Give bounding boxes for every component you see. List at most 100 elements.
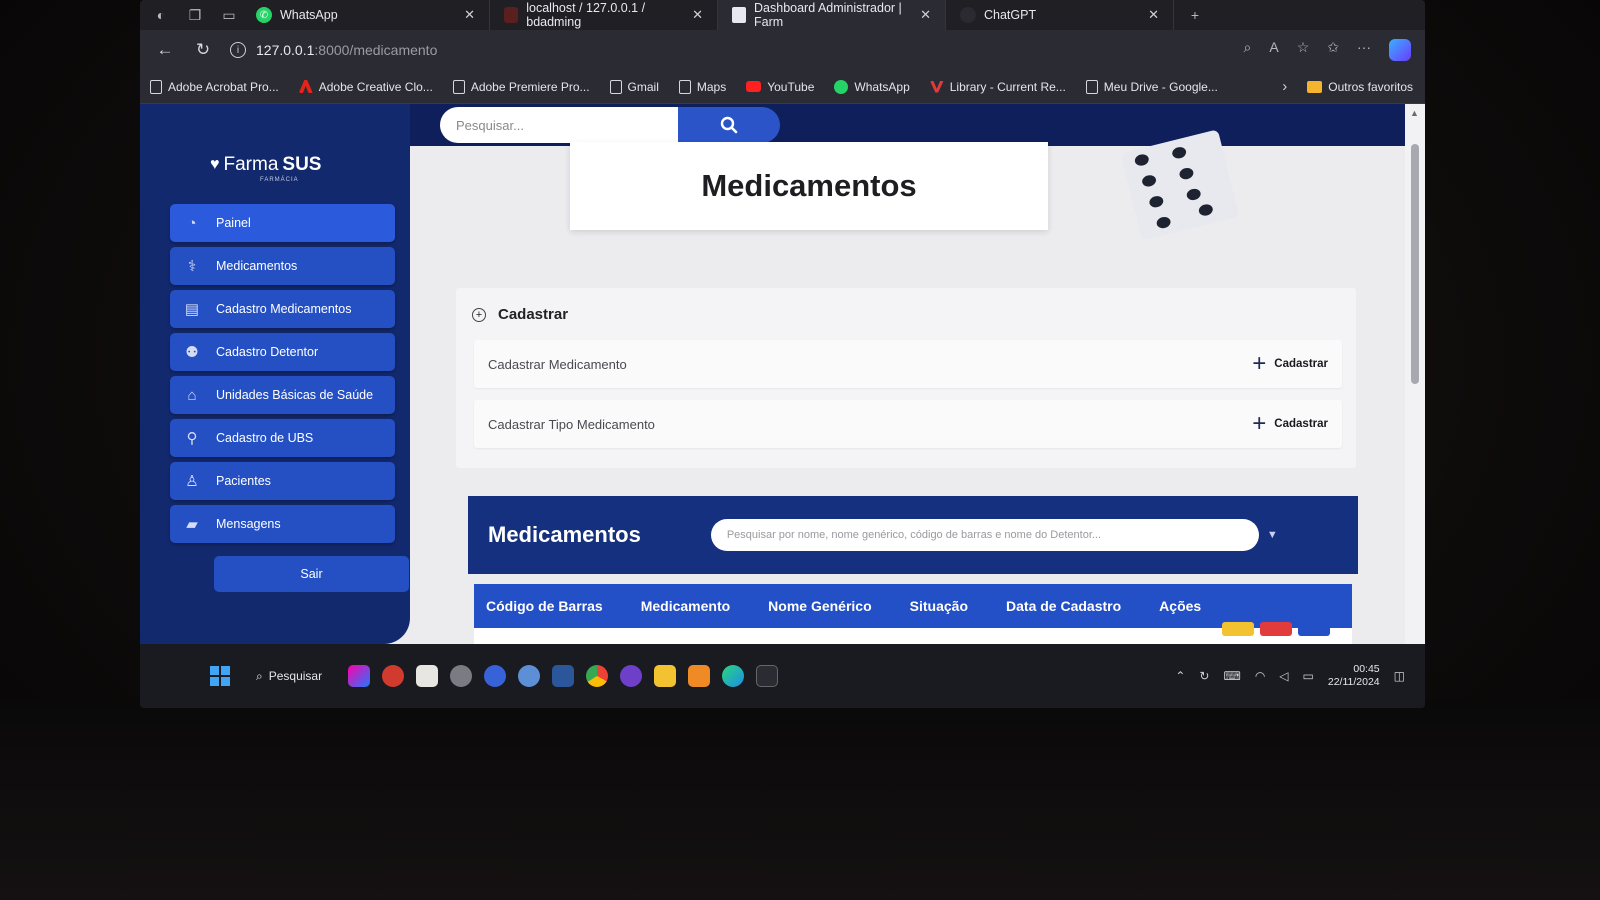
search-button[interactable] — [678, 107, 780, 143]
column-header[interactable]: Data de Cadastro — [1006, 598, 1159, 614]
close-icon[interactable]: ✕ — [692, 7, 703, 23]
taskbar-search[interactable]: ⌕ Pesquisar — [256, 669, 322, 684]
chevron-down-icon[interactable]: ▼ — [1267, 529, 1278, 541]
address-bar[interactable]: i 127.0.0.1:8000/medicamento — [230, 42, 437, 58]
bookmark-item[interactable]: Library - Current Re... — [929, 80, 1066, 94]
whatsapp-icon: ✆ — [256, 7, 272, 23]
tab-whatsapp[interactable]: ✆ WhatsApp ✕ — [242, 0, 490, 30]
chevron-right-icon[interactable]: › — [1282, 78, 1287, 95]
bookmark-item[interactable]: YouTube — [746, 80, 814, 94]
message-icon: ▰ — [186, 516, 198, 533]
page-scrollbar[interactable]: ▲ — [1405, 104, 1425, 644]
page-icon — [1085, 79, 1098, 94]
bookmark-item[interactable]: Adobe Premiere Pro... — [452, 79, 590, 94]
terminal-icon[interactable] — [756, 665, 779, 687]
search-input[interactable] — [440, 107, 678, 143]
workspaces-icon[interactable]: ❐ — [182, 2, 208, 28]
cadastrar-panel: + Cadastrar Cadastrar Medicamento + Cadas… — [456, 288, 1356, 468]
sidebar-item-cadastro-medicamentos[interactable]: ▤ Cadastro Medicamentos — [170, 290, 395, 328]
back-icon[interactable]: ← — [154, 40, 176, 60]
other-favorites-label: Outros favoritos — [1328, 79, 1413, 94]
bookmark-item[interactable]: WhatsApp — [834, 79, 910, 94]
profile-icon[interactable]: ◐ — [148, 2, 174, 28]
settings-icon[interactable] — [450, 665, 473, 687]
gear-icon[interactable] — [518, 665, 541, 687]
edge-icon[interactable] — [722, 665, 745, 687]
tab-phpmyadmin[interactable]: localhost / 127.0.0.1 / bdadming ✕ — [490, 0, 718, 30]
sidebar: ♥ Farma SUS FARMÁCIA ◔ Painel ⚕ Medicamento… — [140, 104, 410, 644]
notification-icon[interactable]: ◫ — [1394, 669, 1405, 683]
scroll-up-icon[interactable]: ▲ — [1410, 108, 1419, 118]
app-icon[interactable] — [484, 665, 507, 687]
zoom-icon[interactable]: ⌕ — [1244, 39, 1252, 61]
cadastrar-medicamento-button[interactable]: + Cadastrar — [1252, 352, 1328, 376]
scrollbar-thumb[interactable] — [1411, 144, 1419, 384]
copilot-app-icon[interactable] — [348, 665, 371, 687]
column-header[interactable]: Nome Genérico — [768, 598, 909, 614]
bookmark-item[interactable]: Gmail — [609, 79, 659, 94]
other-favorites[interactable]: Outros favoritos — [1307, 80, 1425, 94]
chevron-up-icon[interactable]: ⌃ — [1175, 669, 1185, 683]
page-icon — [678, 79, 691, 94]
bookmark-item[interactable]: Meu Drive - Google... — [1085, 79, 1218, 94]
close-icon[interactable]: ✕ — [1148, 7, 1159, 23]
refresh-icon[interactable]: ↻ — [192, 40, 214, 60]
store-icon[interactable] — [416, 665, 439, 687]
github-icon[interactable] — [620, 665, 643, 687]
tab-chatgpt[interactable]: ChatGPT ✕ — [946, 0, 1174, 30]
medicamentos-search-input[interactable] — [710, 519, 1259, 551]
edit-button[interactable] — [1222, 622, 1254, 636]
sidebar-item-cadastro-detentor[interactable]: ⚉ Cadastro Detentor — [170, 333, 395, 371]
bookmark-item[interactable]: Adobe Creative Clo... — [298, 80, 433, 94]
new-tab-icon[interactable]: + — [1182, 2, 1208, 28]
taskbar-search-label: Pesquisar — [268, 669, 323, 683]
tab-label: localhost / 127.0.0.1 / bdadming — [526, 1, 646, 29]
page-icon — [452, 79, 465, 94]
cadastrar-tipo-button[interactable]: + Cadastrar — [1252, 412, 1328, 436]
logout-button[interactable]: Sair — [214, 556, 409, 592]
powerpoint-icon[interactable] — [382, 665, 405, 687]
windows-start-icon[interactable] — [210, 666, 230, 686]
sidebar-item-ubs[interactable]: ⌂ Unidades Básicas de Saúde — [170, 376, 395, 414]
bookmark-item[interactable]: Maps — [678, 79, 726, 94]
sync-icon[interactable]: ↻ — [1199, 669, 1209, 683]
search-icon — [720, 116, 738, 134]
info-icon[interactable]: i — [230, 42, 246, 58]
clock[interactable]: 00:45 22/11/2024 — [1328, 663, 1380, 689]
tab-actions-icon[interactable]: ▭ — [216, 2, 242, 28]
sidebar-item-pacientes[interactable]: ♙ Pacientes — [170, 462, 395, 500]
bookmark-item[interactable]: Adobe Acrobat Pro... — [150, 79, 279, 94]
column-header[interactable]: Situação — [910, 598, 1006, 614]
sidebar-item-cadastro-ubs[interactable]: ⚲ Cadastro de UBS — [170, 419, 395, 457]
copilot-icon[interactable] — [1389, 39, 1411, 61]
favorite-star-icon[interactable]: ☆ — [1297, 39, 1310, 61]
xampp-icon[interactable] — [688, 665, 711, 687]
tab-dashboard[interactable]: Dashboard Administrador | Farm ✕ — [718, 0, 946, 30]
favorites-icon[interactable]: ✩ — [1327, 39, 1339, 61]
sidebar-item-label: Pacientes — [216, 474, 271, 488]
sidebar-item-label: Unidades Básicas de Saúde — [216, 388, 374, 402]
cadastrar-medicamento-row: Cadastrar Medicamento + Cadastrar — [474, 340, 1342, 388]
sidebar-item-painel[interactable]: ◔ Painel — [170, 204, 395, 242]
pill — [1171, 145, 1188, 160]
sidebar-item-medicamentos[interactable]: ⚕ Medicamentos — [170, 247, 395, 285]
battery-icon[interactable]: ▭ — [1303, 669, 1314, 683]
plus-circle-icon: + — [472, 307, 486, 322]
close-icon[interactable]: ✕ — [920, 7, 931, 23]
read-aloud-icon[interactable]: A — [1269, 39, 1278, 61]
logo-text-bold: SUS — [282, 154, 322, 175]
view-button[interactable] — [1298, 622, 1330, 636]
close-icon[interactable]: ✕ — [464, 7, 475, 23]
more-icon[interactable]: ··· — [1357, 39, 1371, 61]
delete-button[interactable] — [1260, 622, 1292, 636]
sidebar-item-mensagens[interactable]: ▰ Mensagens — [170, 505, 395, 543]
word-icon[interactable] — [552, 665, 575, 687]
column-header[interactable]: Código de Barras — [486, 598, 641, 614]
column-header[interactable]: Medicamento — [641, 598, 768, 614]
wifi-icon[interactable]: ◠ — [1255, 669, 1265, 683]
keyboard-icon[interactable]: ⌨ — [1223, 669, 1240, 683]
folder-icon[interactable] — [654, 665, 677, 687]
chrome-icon[interactable] — [586, 665, 609, 687]
column-header[interactable]: Ações — [1159, 598, 1239, 614]
volume-muted-icon[interactable]: ◁ — [1279, 669, 1288, 683]
